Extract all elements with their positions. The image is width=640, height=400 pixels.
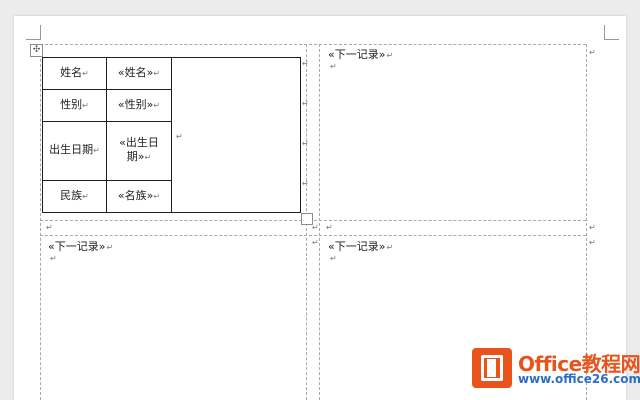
birthdate-merge-field: «出生日期» [119, 136, 159, 164]
cell-end-mark: ↵ [153, 192, 161, 202]
row-label-cell[interactable]: 姓名↵ [42, 57, 107, 90]
record-table: 姓名↵ «姓名»↵ 性别↵ «性别»↵ 出生日期↵ «出生日期»↵ 民族↵ «名… [42, 57, 301, 213]
paragraph-mark: ↵ [589, 238, 596, 247]
logo-url: www.office26.com [518, 372, 640, 386]
next-record-text: «下一记录» [48, 240, 106, 253]
office-logo-icon [472, 348, 512, 388]
label-gridline-top [40, 44, 586, 45]
table-move-handle-icon[interactable]: ✣ [30, 44, 43, 57]
logo-slab-shape [487, 359, 496, 377]
paragraph-mark: ↵ [386, 51, 394, 60]
paragraph-mark: ↵ [50, 254, 57, 263]
row-label-cell[interactable]: 民族↵ [42, 180, 107, 213]
gender-merge-field: «性别» [117, 97, 154, 111]
next-record-field-top-right[interactable]: «下一记录»↵ [328, 48, 393, 63]
cell-end-mark: ↵ [144, 153, 152, 163]
table-resize-handle-icon[interactable] [301, 213, 313, 225]
next-record-text: «下一记录» [328, 240, 386, 253]
crop-mark-top-left [26, 25, 41, 40]
merge-field-cell[interactable]: «性别»↵ [106, 88, 172, 122]
table-row: 姓名↵ «姓名»↵ [42, 57, 301, 213]
paragraph-mark: ↵ [312, 223, 319, 232]
merge-field-cell[interactable]: «出生日期»↵ [106, 120, 172, 182]
next-record-field-bottom-right[interactable]: «下一记录»↵ [328, 240, 393, 255]
row-label-cell[interactable]: 出生日期↵ [42, 120, 107, 182]
paragraph-mark: ↵ [46, 223, 53, 232]
cell-end-mark: ↵ [82, 100, 89, 110]
cell-end-mark: ↵ [93, 146, 100, 156]
cell-end-mark: ↵ [153, 100, 161, 110]
paragraph-mark: ↵ [326, 223, 333, 232]
merge-field-cell[interactable]: «名族»↵ [106, 180, 172, 213]
paragraph-mark: ↵ [589, 223, 596, 232]
name-merge-field: «姓名» [117, 65, 154, 79]
row-end-mark: ↵ [302, 139, 309, 148]
birthdate-label: 出生日期 [49, 143, 94, 157]
cell-end-mark: ↵ [82, 192, 89, 202]
office26-logo: Office教程网 www.office26.com [472, 346, 640, 394]
label-gridline-center-b [319, 44, 320, 400]
photo-cell[interactable] [171, 57, 301, 213]
next-record-field-bottom-left[interactable]: «下一记录»↵ [48, 240, 113, 255]
paragraph-mark: ↵ [589, 48, 596, 57]
label-gridline-mid-a [40, 220, 586, 221]
name-label: 姓名 [60, 65, 83, 79]
paragraph-mark: ↵ [330, 254, 337, 263]
row-end-mark: ↵ [302, 59, 309, 68]
merge-field-cell[interactable]: «姓名»↵ [106, 57, 172, 90]
label-gridline-left [40, 44, 41, 400]
ethnicity-merge-field: «名族» [117, 189, 154, 203]
crop-mark-top-right [604, 25, 619, 40]
paragraph-mark: ↵ [330, 62, 337, 71]
row-end-mark: ↵ [302, 99, 309, 108]
photo-cell-mark: ↵ [176, 132, 183, 141]
gender-label: 性别 [60, 97, 83, 111]
cell-end-mark: ↵ [153, 68, 161, 78]
next-record-text: «下一记录» [328, 48, 386, 61]
label-gridline-mid-b [40, 235, 586, 236]
paragraph-mark: ↵ [106, 243, 114, 252]
paragraph-mark: ↵ [386, 243, 394, 252]
row-end-mark: ↵ [302, 179, 309, 188]
paragraph-mark: ↵ [312, 238, 319, 247]
row-label-cell[interactable]: 性别↵ [42, 88, 107, 122]
cell-end-mark: ↵ [82, 68, 89, 78]
ethnicity-label: 民族 [60, 189, 83, 203]
